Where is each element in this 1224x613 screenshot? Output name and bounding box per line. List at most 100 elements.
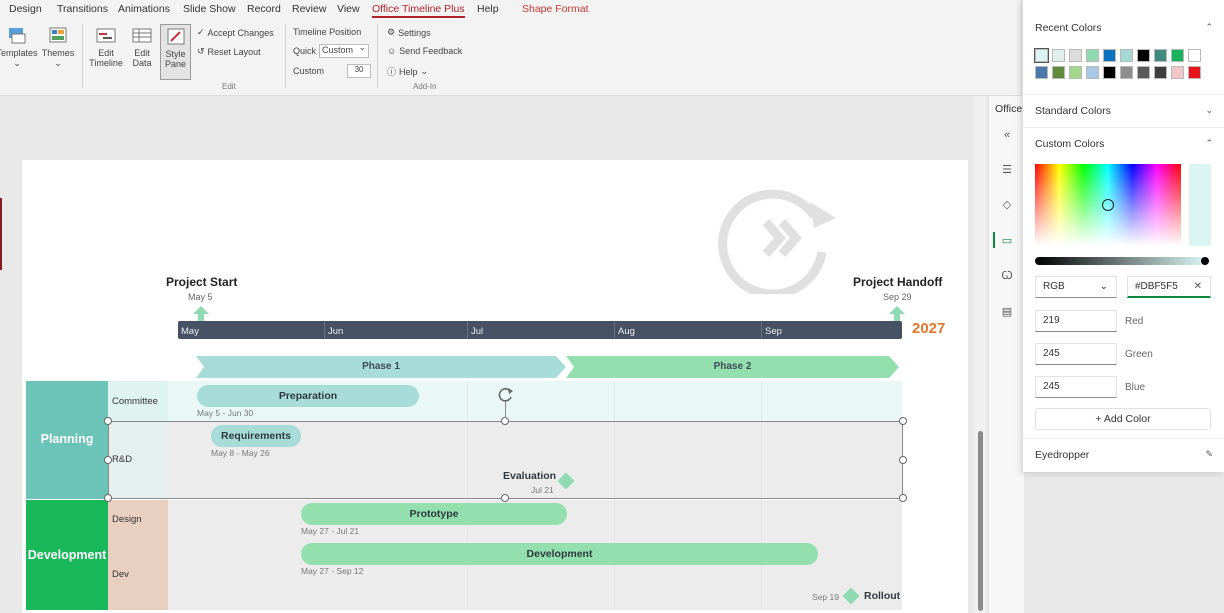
settings-button[interactable]: ⚙ Settings [387, 27, 431, 38]
month-tick [614, 322, 615, 338]
style-pane-label-1: Style [165, 49, 186, 59]
task-development[interactable]: Development [301, 543, 818, 565]
edit-data-button[interactable]: Edit Data [124, 26, 160, 68]
swimlane-dev-label: Dev [112, 569, 129, 580]
clear-icon[interactable]: ✕ [1194, 277, 1202, 297]
color-swatch[interactable] [1137, 49, 1150, 62]
send-feedback-button[interactable]: ☺ Send Feedback [387, 46, 462, 56]
custom-position-input[interactable]: 30 [347, 64, 372, 78]
color-swatch[interactable] [1034, 48, 1049, 63]
help-button[interactable]: ⓘ Help ⌄ [387, 65, 428, 78]
themes-button[interactable]: Themes ⌄ [40, 26, 76, 68]
accept-changes-button[interactable]: ✓ Accept Changes [197, 27, 274, 38]
phase-1-bar[interactable]: Phase 1 [196, 356, 566, 378]
red-input[interactable]: 219 [1035, 310, 1117, 332]
milestone-project-start-title[interactable]: Project Start [166, 275, 237, 289]
color-swatch[interactable] [1154, 66, 1167, 79]
chevron-up-icon[interactable]: ⌃ [1205, 138, 1213, 149]
color-swatch[interactable] [1052, 49, 1065, 62]
style-pane-icon [167, 28, 184, 45]
tab-animations[interactable]: Animations [118, 3, 170, 15]
edit-timeline-icon [96, 28, 116, 43]
milestone-project-handoff-date: Sep 29 [883, 292, 912, 302]
templates-button[interactable]: Templates ⌄ [0, 26, 38, 68]
color-swatch[interactable] [1103, 66, 1116, 79]
feedback-icon: ☺ [387, 46, 397, 56]
color-swatch[interactable] [1137, 66, 1150, 79]
milestone-project-start-date: May 5 [188, 292, 213, 302]
rotate-handle-icon[interactable] [497, 386, 515, 404]
quick-position-select[interactable]: Custom [319, 42, 370, 58]
color-swatch[interactable] [1086, 66, 1099, 79]
tab-review[interactable]: Review [292, 3, 326, 15]
collapse-icon[interactable]: « [1001, 129, 1013, 141]
chevron-down-icon[interactable]: ⌄ [1205, 105, 1213, 116]
ribbon: Templates ⌄ Themes ⌄ Edit Timeline Edit Data… [0, 20, 1020, 96]
list-icon[interactable]: ☰ [1001, 164, 1013, 176]
blue-input[interactable]: 245 [1035, 376, 1117, 398]
brightness-slider[interactable] [1035, 257, 1205, 265]
resize-handle[interactable] [501, 417, 509, 425]
color-swatch[interactable] [1188, 66, 1201, 79]
color-swatch[interactable] [1171, 49, 1184, 62]
vertical-scrollbar[interactable] [974, 96, 986, 613]
reset-layout-button[interactable]: ↺ Reset Layout [197, 46, 261, 57]
tab-transitions[interactable]: Transitions [57, 3, 108, 15]
timescale-bar[interactable] [178, 321, 902, 339]
selection-box[interactable] [108, 421, 903, 499]
edit-timeline-button[interactable]: Edit Timeline [88, 26, 124, 68]
text-icon[interactable]: Ꞷ [1001, 270, 1013, 282]
color-model-select[interactable]: RGB ⌄ [1035, 276, 1117, 298]
milestone-project-handoff-title[interactable]: Project Handoff [853, 275, 942, 289]
color-swatch[interactable] [1120, 66, 1133, 79]
resize-handle[interactable] [899, 417, 907, 425]
color-swatch[interactable] [1120, 49, 1133, 62]
task-preparation[interactable]: Preparation [197, 385, 419, 407]
swimlane-icon[interactable]: ▤ [1001, 306, 1013, 318]
brightness-slider-thumb[interactable] [1201, 257, 1209, 265]
edit-data-label-1: Edit [134, 48, 150, 58]
group-label-addin: Add-In [413, 82, 437, 91]
color-swatch[interactable] [1188, 49, 1201, 62]
slide-canvas[interactable]: Project Start May 5 Project Handoff Sep … [22, 160, 968, 613]
tab-view[interactable]: View [337, 3, 360, 15]
color-swatch[interactable] [1035, 66, 1048, 79]
tab-record[interactable]: Record [247, 3, 281, 15]
tab-slide-show[interactable]: Slide Show [183, 3, 236, 15]
tab-office-timeline-plus[interactable]: Office Timeline Plus [372, 3, 465, 18]
tab-design[interactable]: Design [9, 3, 42, 15]
color-swatch[interactable] [1103, 49, 1116, 62]
resize-handle[interactable] [104, 494, 112, 502]
color-swatch[interactable] [1171, 66, 1184, 79]
style-pane-button[interactable]: Style Pane [160, 24, 191, 80]
color-swatch[interactable] [1154, 49, 1167, 62]
task-prototype[interactable]: Prototype [301, 503, 567, 525]
checkmark-icon: ✓ [197, 27, 205, 37]
tab-shape-format[interactable]: Shape Format [522, 3, 589, 15]
resize-handle[interactable] [501, 494, 509, 502]
color-swatch[interactable] [1069, 49, 1082, 62]
month-label-sep: Sep [765, 326, 782, 337]
color-preview [1189, 164, 1211, 246]
custom-label: Custom [293, 66, 325, 76]
task-bar-icon[interactable]: ▭ [1001, 235, 1013, 247]
tab-help[interactable]: Help [477, 3, 499, 15]
green-input[interactable]: 245 [1035, 343, 1117, 365]
year-label: 2027 [912, 320, 946, 337]
resize-handle[interactable] [104, 456, 112, 464]
chevron-up-icon[interactable]: ⌃ [1205, 22, 1213, 33]
resize-handle[interactable] [899, 456, 907, 464]
add-color-button[interactable]: + Add Color [1035, 408, 1211, 430]
resize-handle[interactable] [899, 494, 907, 502]
quick-label: Quick [293, 46, 317, 56]
resize-handle[interactable] [104, 417, 112, 425]
milestone-rollout-title[interactable]: Rollout [864, 590, 900, 602]
color-swatch[interactable] [1069, 66, 1082, 79]
hex-input[interactable]: #DBF5F5 ✕ [1127, 276, 1211, 298]
color-swatch[interactable] [1052, 66, 1065, 79]
spectrum-selector[interactable] [1102, 199, 1114, 211]
phase-2-bar[interactable]: Phase 2 [566, 356, 899, 378]
color-swatch[interactable] [1086, 49, 1099, 62]
diamond-icon[interactable]: ◇ [1001, 199, 1013, 211]
scrollbar-thumb[interactable] [978, 431, 983, 611]
